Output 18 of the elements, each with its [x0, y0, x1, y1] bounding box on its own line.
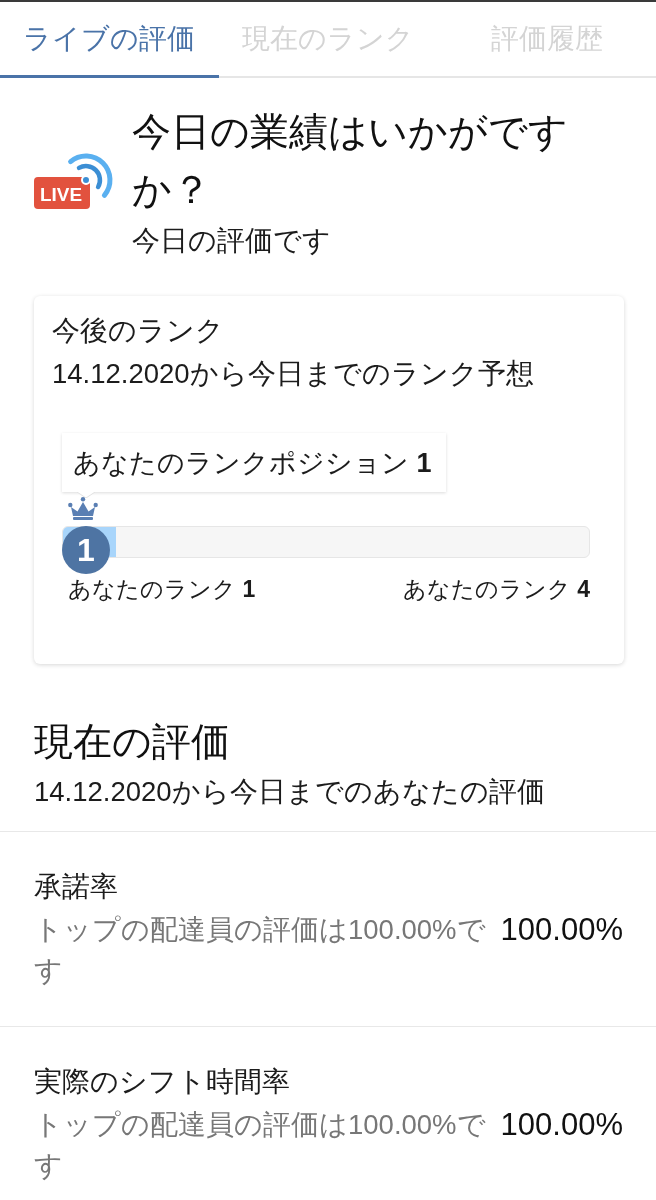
metric-value: 100.00%: [500, 911, 623, 949]
min-rank-label: あなたのランク 1: [68, 576, 256, 602]
card-title: 今後のランク: [52, 314, 225, 348]
page-title: 今日の業績はいかがですか？: [132, 109, 569, 213]
section-subtitle: 14.12.2020から今日までのあなたの評価: [34, 775, 546, 809]
metric-name: 承諾率: [34, 870, 119, 904]
rank-badge: 1: [62, 526, 110, 574]
tab[interactable]: ライブの評価: [0, 2, 219, 78]
card-subtitle: 14.12.2020から今日までのランク予想: [52, 357, 535, 391]
metric-description: トップの配達員の評価は100.00%です: [34, 913, 487, 988]
metric-name: 実際のシフト時間率: [34, 1065, 291, 1099]
metric-description: トップの配達員の評価は100.00%です: [34, 1108, 487, 1183]
max-rank-label: あなたのランク 4: [402, 576, 590, 602]
crown-icon: [68, 497, 98, 520]
page-subtitle: 今日の評価です: [132, 224, 332, 258]
metric-value: 100.00%: [500, 1106, 623, 1144]
section-title: 現在の評価: [34, 719, 231, 765]
rank-position-label: あなたのランクポジション 1: [73, 446, 432, 480]
